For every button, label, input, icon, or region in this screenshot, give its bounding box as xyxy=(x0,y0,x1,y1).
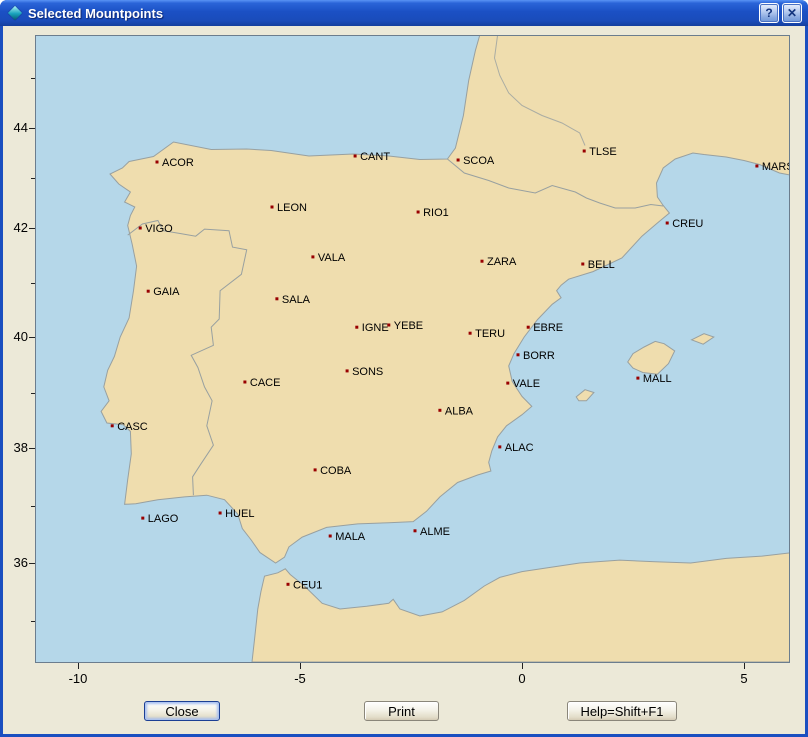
station-marker xyxy=(636,377,639,380)
station-marker xyxy=(666,222,669,225)
station-label: SCOA xyxy=(463,155,495,167)
station-marker xyxy=(417,211,420,214)
station-label: TERU xyxy=(475,328,505,340)
y-axis-tick xyxy=(29,448,35,449)
print-button[interactable]: Print xyxy=(364,701,439,721)
station-label: YEBE xyxy=(394,320,423,332)
y-axis-minor-tick xyxy=(31,178,35,179)
station-marker xyxy=(481,260,484,263)
station-label: LEON xyxy=(277,202,307,214)
station-label: ACOR xyxy=(162,157,194,169)
station-label: MARS xyxy=(762,161,790,173)
y-axis-minor-tick xyxy=(31,283,35,284)
close-button[interactable]: Close xyxy=(144,701,220,721)
y-axis-tick xyxy=(29,563,35,564)
station-marker xyxy=(147,290,150,293)
station-label: BELL xyxy=(588,259,615,271)
station-marker xyxy=(287,583,290,586)
y-axis-minor-tick xyxy=(31,506,35,507)
station-marker xyxy=(141,517,144,520)
station-label: CACE xyxy=(250,377,281,389)
station-marker xyxy=(527,326,530,329)
station-marker xyxy=(314,468,317,471)
station-label: GAIA xyxy=(153,286,180,298)
station-label: VIGO xyxy=(145,223,173,235)
station-label: CASC xyxy=(117,421,148,433)
station-marker xyxy=(111,424,114,427)
x-axis-tick-label: -5 xyxy=(285,671,315,687)
station-label: CREU xyxy=(672,218,703,230)
station-label: ZARA xyxy=(487,256,517,268)
x-axis-tick xyxy=(522,663,523,669)
y-axis-tick-label: 44 xyxy=(0,120,28,136)
station-label: LAGO xyxy=(148,513,179,525)
station-label: HUEL xyxy=(225,508,254,520)
y-axis-tick-label: 36 xyxy=(0,555,28,571)
help-button[interactable]: Help=Shift+F1 xyxy=(567,701,677,721)
station-marker xyxy=(311,255,314,258)
station-marker xyxy=(469,332,472,335)
x-axis-tick xyxy=(744,663,745,669)
station-label: CEU1 xyxy=(293,579,322,591)
y-axis-tick-label: 38 xyxy=(0,440,28,456)
titlebar: Selected Mountpoints ? ✕ xyxy=(0,0,808,26)
station-marker xyxy=(139,227,142,230)
station-marker xyxy=(506,382,509,385)
station-label: EBRE xyxy=(533,322,563,334)
station-label: ALAC xyxy=(505,442,534,454)
station-label: VALA xyxy=(318,252,346,264)
station-marker xyxy=(354,155,357,158)
y-axis-minor-tick xyxy=(31,621,35,622)
titlebar-help-button[interactable]: ? xyxy=(759,3,779,23)
station-label: SONS xyxy=(352,366,383,378)
station-label: MALL xyxy=(643,373,672,385)
station-marker xyxy=(583,150,586,153)
y-axis-tick-label: 40 xyxy=(0,329,28,345)
x-axis-tick-label: -10 xyxy=(63,671,93,687)
station-label: ALBA xyxy=(445,405,474,417)
station-marker xyxy=(271,206,274,209)
station-marker xyxy=(346,369,349,372)
station-marker xyxy=(219,512,222,515)
x-axis-tick-label: 0 xyxy=(507,671,537,687)
y-axis-tick xyxy=(29,128,35,129)
station-label: ALME xyxy=(420,526,450,538)
station-label: BORR xyxy=(523,350,555,362)
x-axis-tick xyxy=(300,663,301,669)
y-axis-minor-tick xyxy=(31,78,35,79)
station-label: CANT xyxy=(360,151,390,163)
y-axis-tick-label: 42 xyxy=(0,220,28,236)
station-label: COBA xyxy=(320,465,352,477)
y-axis-tick xyxy=(29,337,35,338)
station-marker xyxy=(581,263,584,266)
station-marker xyxy=(387,324,390,327)
titlebar-close-button[interactable]: ✕ xyxy=(782,3,802,23)
station-marker xyxy=(156,161,159,164)
y-axis-minor-tick xyxy=(31,393,35,394)
station-marker xyxy=(755,165,758,168)
x-axis-tick xyxy=(78,663,79,669)
window-title: Selected Mountpoints xyxy=(28,6,756,21)
station-marker xyxy=(498,445,501,448)
y-axis-tick xyxy=(29,228,35,229)
station-marker xyxy=(275,297,278,300)
station-label: RIO1 xyxy=(423,207,449,219)
station-marker xyxy=(243,381,246,384)
station-marker xyxy=(355,326,358,329)
station-marker xyxy=(414,529,417,532)
station-marker xyxy=(329,535,332,538)
station-label: TLSE xyxy=(589,146,617,158)
station-label: IGNE xyxy=(362,322,389,334)
station-label: MALA xyxy=(335,531,366,543)
station-marker xyxy=(517,353,520,356)
station-label: SALA xyxy=(282,294,311,306)
station-marker xyxy=(438,409,441,412)
map: ACOR CANT SCOA TLSE MARS VIGO LEON RIO1 CREU VALA… xyxy=(35,35,790,663)
dialog-window: Selected Mountpoints ? ✕ ACOR CANT SCOA TLS… xyxy=(0,0,808,737)
station-label: VALE xyxy=(513,378,540,390)
app-diamond-icon xyxy=(8,6,22,20)
x-axis-tick-label: 5 xyxy=(729,671,759,687)
station-marker xyxy=(457,159,460,162)
